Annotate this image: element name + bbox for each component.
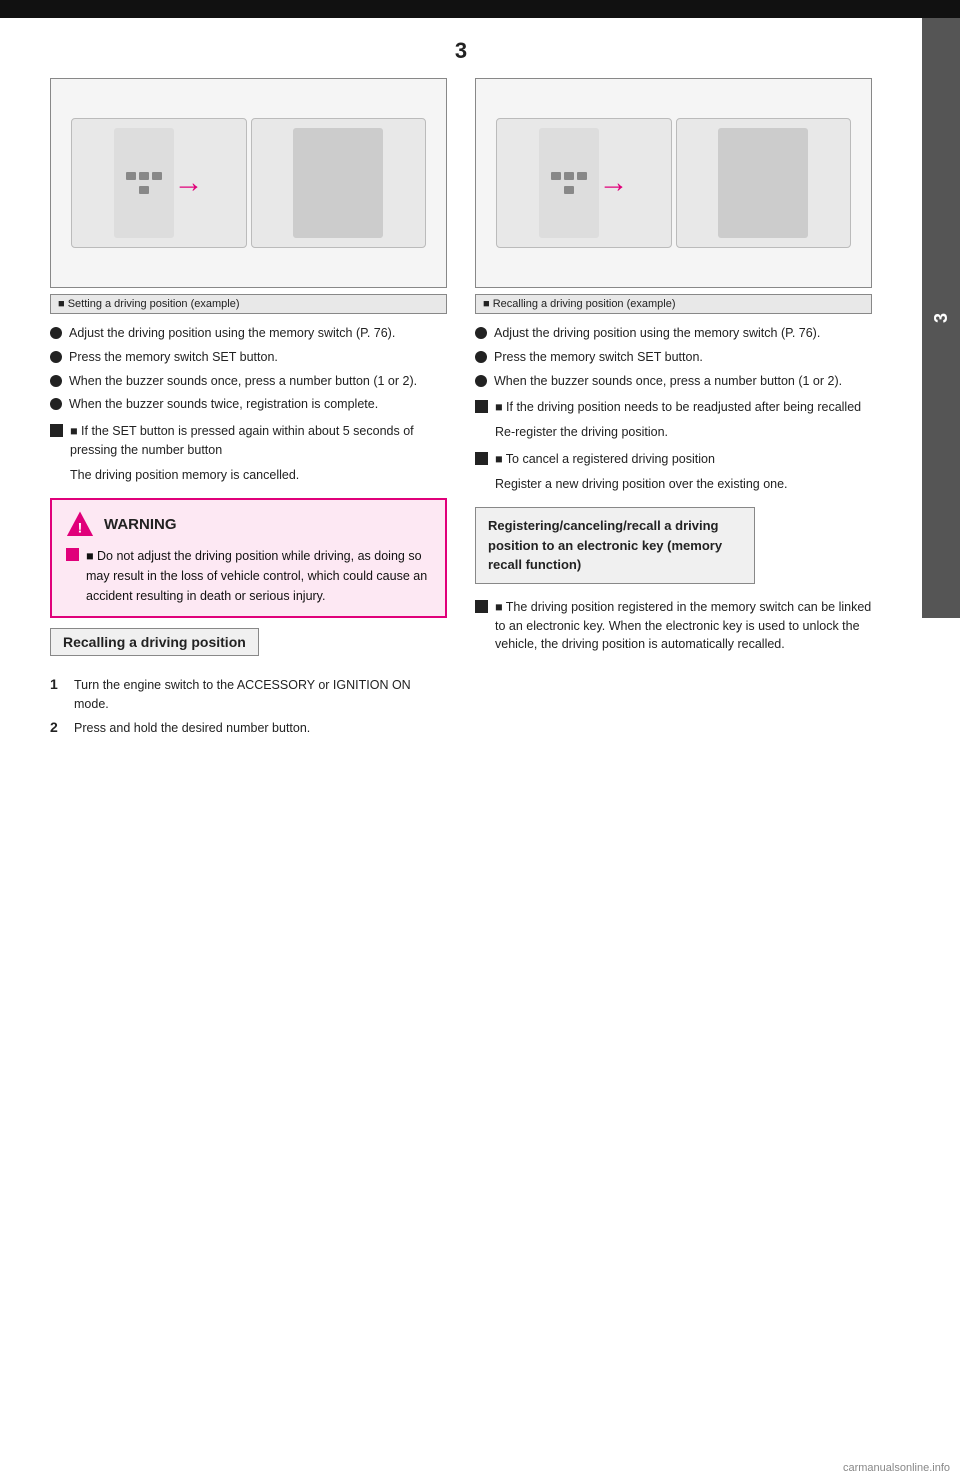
bullet-text-4: When the buzzer sounds twice, registrati… [69, 395, 378, 414]
numbered-steps: 1 Turn the engine switch to the ACCESSOR… [50, 676, 447, 737]
right-section2-header-text: ■ To cancel a registered driving positio… [495, 450, 715, 469]
right-section2-header: ■ To cancel a registered driving positio… [475, 450, 872, 469]
list-item: Adjust the driving position using the me… [475, 324, 872, 343]
right-illustration: → [475, 78, 872, 288]
right-right-panel-interior [676, 118, 852, 248]
sidebar-chapter-number: 3 [931, 313, 952, 323]
recall-driving-position-box: Recalling a driving position [50, 628, 259, 656]
register-box-title-text: Registering/canceling/recall a driving p… [488, 518, 722, 572]
right-illus-caption: ■ Recalling a driving position (example) [475, 294, 872, 314]
warning-body-text: ■ Do not adjust the driving position whi… [86, 546, 431, 606]
right-section1-header: ■ If the driving position needs to be re… [475, 398, 872, 417]
left-column: → ■ Setting a driving position (example)… [50, 78, 447, 743]
warning-triangle-icon: ! [66, 510, 94, 538]
right-section3-header: ■ The driving position registered in the… [475, 598, 872, 654]
left-section1-header: ■ If the SET button is pressed again wit… [50, 422, 447, 460]
square-marker-r2 [475, 452, 488, 465]
register-cancel-recall-box: Registering/canceling/recall a driving p… [475, 507, 755, 584]
warning-header: ! WARNING [66, 510, 431, 538]
list-item: When the buzzer sounds once, press a num… [50, 372, 447, 391]
main-content: 3 [0, 18, 922, 779]
left-illustration: → [50, 78, 447, 288]
bullet-icon [50, 398, 62, 410]
recall-title-text: Recalling a driving position [63, 634, 246, 650]
right-bullet-section: Adjust the driving position using the me… [475, 324, 872, 390]
right-section1-body: Re-register the driving position. [475, 423, 872, 442]
list-item: Adjust the driving position using the me… [50, 324, 447, 343]
right-sidebar: 3 [922, 18, 960, 618]
warning-square-icon [66, 548, 79, 561]
bullet-icon [50, 351, 62, 363]
arrow-icon-left: → [174, 166, 204, 200]
square-marker-r3 [475, 600, 488, 613]
bullet-icon [50, 327, 62, 339]
right-bullet-text-1: Adjust the driving position using the me… [494, 324, 820, 343]
right-left-panel-buttons: → [496, 118, 672, 248]
list-item: Press the memory switch SET button. [475, 348, 872, 367]
bullet-icon [475, 351, 487, 363]
left-bullet-section: Adjust the driving position using the me… [50, 324, 447, 414]
warning-title-text: WARNING [104, 516, 177, 533]
bullet-text-3: When the buzzer sounds once, press a num… [69, 372, 417, 391]
list-item: When the buzzer sounds twice, registrati… [50, 395, 447, 414]
warning-box: ! WARNING ■ Do not adjust the driving po… [50, 498, 447, 618]
bullet-text-2: Press the memory switch SET button. [69, 348, 278, 367]
bullet-icon [475, 375, 487, 387]
warning-content: ■ Do not adjust the driving position whi… [66, 546, 431, 606]
top-bar [0, 0, 960, 18]
two-column-layout: → ■ Setting a driving position (example)… [50, 78, 872, 743]
step-1: 1 Turn the engine switch to the ACCESSOR… [50, 676, 447, 714]
square-marker-r1 [475, 400, 488, 413]
bullet-icon [50, 375, 62, 387]
right-section3-body-text: ■ The driving position registered in the… [495, 598, 872, 654]
bullet-icon [475, 327, 487, 339]
right-section2-body: Register a new driving position over the… [475, 475, 872, 494]
page-number: 3 [50, 38, 872, 64]
svg-text:!: ! [78, 520, 83, 536]
list-item: When the buzzer sounds once, press a num… [475, 372, 872, 391]
section1-header-text: ■ If the SET button is pressed again wit… [70, 422, 447, 460]
step-2-text: Press and hold the desired number button… [74, 719, 310, 738]
step-1-text: Turn the engine switch to the ACCESSORY … [74, 676, 447, 714]
step-2: 2 Press and hold the desired number butt… [50, 719, 447, 738]
square-marker [50, 424, 63, 437]
right-section1-header-text: ■ If the driving position needs to be re… [495, 398, 861, 417]
section1-body: The driving position memory is cancelled… [50, 466, 447, 485]
right-column: → ■ Recalling a driving position (exampl… [475, 78, 872, 743]
right-panel-interior [251, 118, 427, 248]
left-illus-caption: ■ Setting a driving position (example) [50, 294, 447, 314]
watermark: carmanualsonline.info [843, 1462, 950, 1474]
bullet-text-1: Adjust the driving position using the me… [69, 324, 395, 343]
left-panel-buttons: → [71, 118, 247, 248]
list-item: Press the memory switch SET button. [50, 348, 447, 367]
step-1-number: 1 [50, 676, 66, 692]
arrow-icon-right: → [599, 166, 629, 200]
step-2-number: 2 [50, 719, 66, 735]
right-bullet-text-3: When the buzzer sounds once, press a num… [494, 372, 842, 391]
right-bullet-text-2: Press the memory switch SET button. [494, 348, 703, 367]
